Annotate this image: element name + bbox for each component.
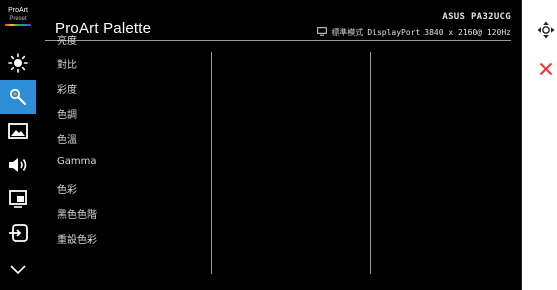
model-name: ASUS PA32UCG — [442, 12, 511, 22]
proart-preset-logo[interactable]: ProArt Preset — [3, 7, 33, 33]
chevron-down-icon — [9, 263, 27, 275]
sidebar-item-proart-palette[interactable] — [0, 80, 36, 114]
menu-item-brightness[interactable]: 亮度 — [57, 32, 77, 47]
logo-color-bar — [5, 24, 31, 26]
sidebar-item-more[interactable] — [0, 252, 36, 286]
menu-item-color-temp[interactable]: 色溫 — [57, 131, 77, 146]
menu-item-hue[interactable]: 色調 — [57, 106, 77, 121]
osd-panel: ProArt Preset ProArt Palette ASUS PA32UC… — [0, 0, 522, 290]
sound-icon — [7, 156, 29, 174]
menu-item-black-level[interactable]: 黑色色階 — [57, 206, 97, 221]
menu-item-color[interactable]: 色彩 — [57, 181, 77, 196]
input-select-icon — [8, 224, 28, 242]
monitor-icon — [317, 27, 328, 38]
sidebar-item-sound[interactable] — [0, 148, 36, 182]
menu-item-gamma[interactable]: Gamma — [57, 156, 97, 167]
close-icon[interactable] — [539, 62, 553, 76]
resolution: 3840 x 2160@ 120Hz — [424, 28, 511, 37]
image-icon — [8, 123, 28, 139]
logo-line1: ProArt — [8, 7, 28, 14]
sidebar: ProArt Preset — [0, 0, 36, 290]
sidebar-item-input-select[interactable] — [0, 216, 36, 250]
navigate-icon[interactable] — [537, 21, 555, 39]
menu-item-contrast[interactable]: 對比 — [57, 56, 77, 71]
sidebar-item-image[interactable] — [0, 114, 36, 148]
status-info: ASUS PA32UCG 標準模式 DisplayPort 3840 x 216… — [251, 12, 511, 42]
pip-icon — [8, 190, 28, 208]
menu-item-reset-color[interactable]: 重設色彩 — [57, 231, 97, 246]
menu-item-saturation[interactable]: 彩度 — [57, 81, 77, 96]
sidebar-item-pip[interactable] — [0, 182, 36, 216]
palette-icon — [8, 87, 28, 107]
header-divider — [45, 40, 511, 41]
signal-status: 標準模式 DisplayPort 3840 x 2160@ 120Hz — [317, 27, 511, 38]
sidebar-item-brightness[interactable] — [0, 46, 36, 80]
logo-line2: Preset — [9, 16, 27, 22]
brightness-icon — [8, 53, 28, 73]
column-divider-2 — [370, 52, 371, 274]
input-source: DisplayPort — [367, 28, 421, 37]
preset-mode: 標準模式 — [331, 28, 364, 37]
column-divider-1 — [211, 52, 212, 274]
